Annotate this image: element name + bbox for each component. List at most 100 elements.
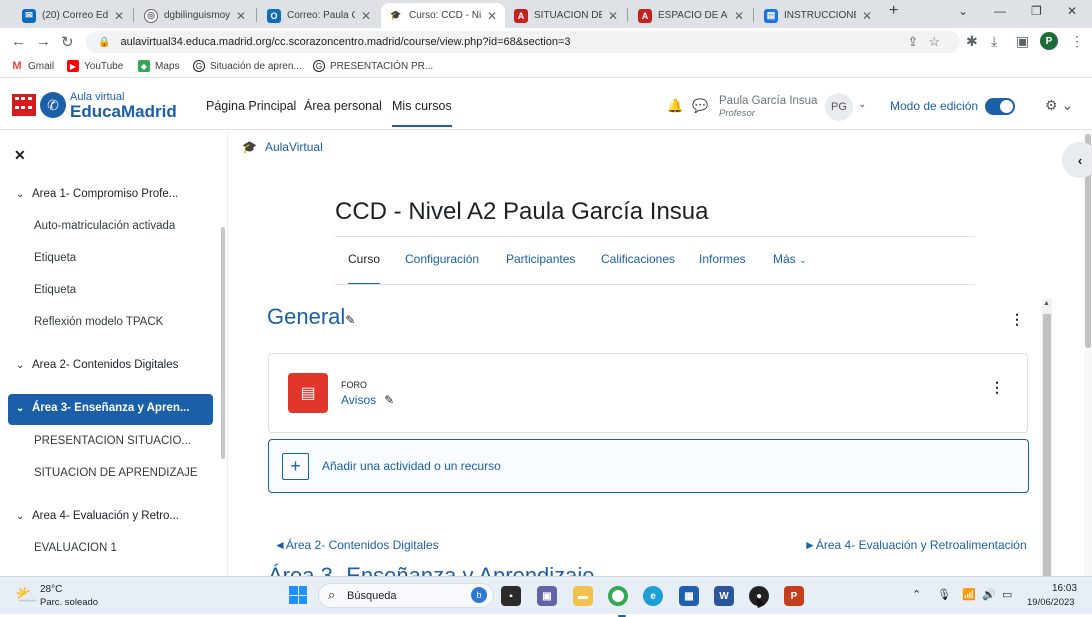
browser-tab[interactable]: A SITUACIÓN DE A ✕ — [506, 3, 626, 28]
bookmark-gmail[interactable]: M Gmail — [11, 60, 54, 72]
drawer-item[interactable]: EVALUACIÓN 1 — [34, 542, 227, 554]
back-icon[interactable]: ← — [11, 33, 26, 50]
extensions-icon[interactable]: ✱ — [966, 33, 978, 50]
side-panel-icon[interactable]: ▣ — [1016, 33, 1029, 50]
section-title[interactable]: General✎ — [267, 304, 355, 330]
bookmark-youtube[interactable]: ▶ YouTube — [67, 60, 123, 72]
messages-icon[interactable]: 💬 — [692, 98, 708, 114]
tab-search-icon[interactable]: ⌄ — [958, 4, 968, 18]
windows-start-icon[interactable] — [289, 586, 307, 604]
drawer-item[interactable]: Reflexión modelo TPACK — [34, 316, 227, 328]
browser-tab[interactable]: O Correo: Paula Gar ✕ — [259, 3, 379, 28]
close-tab-icon[interactable]: ✕ — [236, 9, 246, 23]
user-avatar[interactable]: PG — [825, 93, 853, 121]
graduation-cap-icon: 🎓 — [242, 140, 257, 154]
chevron-down-icon: ⌄ — [16, 403, 25, 414]
drawer-item[interactable]: Etiqueta — [34, 252, 227, 264]
bookmark-presentacion[interactable]: G PRESENTACIÓN PR... — [313, 60, 433, 72]
powerpoint-icon[interactable]: P — [784, 586, 804, 606]
close-tab-icon[interactable]: ✕ — [361, 9, 371, 23]
close-tab-icon[interactable]: ✕ — [734, 9, 744, 23]
tab-configuracion[interactable]: Configuración — [405, 252, 479, 266]
microphone-icon[interactable]: 🎙 — [937, 588, 951, 601]
page-scrollbar[interactable] — [1084, 131, 1092, 576]
file-explorer-icon[interactable]: ▬ — [573, 586, 593, 606]
drawer-section[interactable]: ⌄ Área 4- Evaluación y Retro... — [16, 510, 216, 522]
close-tab-icon[interactable]: ✕ — [862, 9, 872, 23]
close-window-button[interactable]: ✕ — [1067, 4, 1077, 18]
wifi-icon[interactable]: 📶 — [962, 588, 976, 601]
word-icon[interactable]: W — [714, 586, 734, 606]
drawer-section-active[interactable]: ⌄ Área 3- Enseñanza y Apren... — [8, 394, 213, 425]
educamadrid-logo[interactable]: ✆ Aula virtual EducaMadrid — [12, 91, 177, 121]
search-icon: ⌕ — [328, 587, 336, 602]
nav-pagina-principal[interactable]: Página Principal — [206, 99, 296, 113]
close-drawer-icon[interactable]: ✕ — [14, 147, 26, 164]
url-text: aulavirtual34.educa.madrid.org/cc.scoraz… — [120, 36, 571, 48]
close-tab-icon[interactable]: ✕ — [608, 9, 618, 23]
browser-tab[interactable]: ◎ dgbilinguismoyc ✕ — [136, 3, 254, 28]
activity-link[interactable]: Avisos ✎ — [341, 393, 394, 407]
drawer-item[interactable]: Auto-matriculación activada — [34, 220, 227, 232]
store-icon[interactable]: ▦ — [679, 586, 699, 606]
task-view-icon[interactable]: ▪ — [501, 586, 521, 606]
open-block-drawer-button[interactable]: ‹ — [1062, 142, 1092, 178]
notifications-bell-icon[interactable]: 🔔 — [667, 98, 683, 114]
clock-date[interactable]: 19/06/2023 — [1027, 597, 1075, 608]
minimize-button[interactable]: — — [994, 4, 1006, 18]
bookmark-situacion[interactable]: G Situación de apren... — [193, 60, 302, 72]
teams-chat-icon[interactable]: ▣ — [537, 586, 557, 606]
drawer-item[interactable]: PRESENTACIÓN SITUACIÓ... — [34, 435, 227, 447]
content-scrollbar[interactable]: ▲ — [1042, 299, 1052, 576]
drawer-item[interactable]: Etiqueta — [34, 284, 227, 296]
omnibox-actions[interactable]: ⇪☆ — [907, 34, 950, 50]
nav-area-personal[interactable]: Área personal — [304, 99, 382, 113]
outlook-mail-icon: ✉ — [22, 8, 36, 23]
chevron-up-icon[interactable]: ⌃ — [912, 588, 921, 601]
taskbar-search[interactable]: ⌕ Búsqueda b — [318, 583, 494, 608]
activity-menu-icon[interactable]: ⋮ — [990, 379, 1004, 396]
drawer-section[interactable]: ⌄ Área 2- Contenidos Digitales — [16, 359, 216, 371]
tab-curso[interactable]: Curso — [348, 252, 381, 285]
prev-section-link[interactable]: ◄Área 2- Contenidos Digitales — [274, 538, 439, 552]
drawer-section[interactable]: ⌄ Área 1- Compromiso Profe... — [16, 188, 216, 200]
browser-tab-active[interactable]: 🎓 Curso: CCD - Niv ✕ — [381, 3, 505, 28]
close-tab-icon[interactable]: ✕ — [487, 9, 497, 23]
tab-calificaciones[interactable]: Calificaciones — [601, 252, 675, 266]
lock-icon[interactable]: 🔒 — [98, 37, 110, 48]
bookmark-maps[interactable]: ◆ Maps — [138, 60, 179, 72]
weather-icon[interactable]: ⛅ — [15, 585, 37, 606]
nav-mis-cursos[interactable]: Mis cursos — [392, 99, 452, 127]
forward-icon[interactable]: → — [36, 33, 51, 50]
breadcrumb[interactable]: 🎓 AulaVirtual — [242, 140, 323, 154]
close-tab-icon[interactable]: ✕ — [114, 9, 124, 23]
download-icon[interactable]: ⤓ — [991, 33, 997, 50]
next-section-link[interactable]: ►Área 4- Evaluación y Retroalimentación — [804, 538, 1027, 552]
site-navbar: ✆ Aula virtual EducaMadrid Página Princi… — [0, 82, 1092, 130]
battery-icon[interactable]: ▭ — [1002, 588, 1012, 601]
clock-time[interactable]: 16:03 — [1052, 583, 1077, 594]
browser-tab[interactable]: A ESPACIO DE ACT ✕ — [630, 3, 752, 28]
edit-mode-toggle[interactable] — [985, 98, 1015, 115]
edge-icon[interactable]: e — [643, 586, 663, 606]
browser-menu-icon[interactable]: ⋮ — [1070, 33, 1084, 50]
address-bar[interactable]: 🔒 aulavirtual34.educa.madrid.org/cc.scor… — [86, 31, 960, 53]
browser-tab[interactable]: ✉ (20) Correo Educ ✕ — [14, 3, 132, 28]
restore-button[interactable]: ❐ — [1031, 4, 1042, 18]
chrome-icon[interactable] — [608, 586, 628, 617]
add-activity-button[interactable]: + Añadir una actividad o un recurso — [268, 439, 1029, 493]
new-tab-button[interactable]: + — [889, 2, 898, 20]
section-menu-icon[interactable]: ⋮ — [1010, 311, 1024, 328]
volume-icon[interactable]: 🔊 — [982, 588, 996, 601]
chevron-down-icon: ⌄ — [16, 189, 25, 200]
chevron-down-icon[interactable]: ⌄ — [858, 99, 866, 110]
tab-mas[interactable]: Más ⌄ — [773, 252, 807, 266]
profile-avatar[interactable]: P — [1040, 32, 1058, 50]
tab-participantes[interactable]: Participantes — [506, 252, 575, 266]
reload-icon[interactable]: ↻ — [61, 33, 74, 51]
drawer-scrollbar[interactable] — [221, 227, 225, 459]
settings-gear-icon[interactable]: ⚙ ⌄ — [1045, 97, 1073, 114]
browser-tab[interactable]: ▤ INSTRUCCIONES ✕ — [756, 3, 880, 28]
tab-informes[interactable]: Informes — [699, 252, 746, 266]
drawer-item[interactable]: SITUACIÓN DE APRENDIZAJE — [34, 467, 227, 479]
